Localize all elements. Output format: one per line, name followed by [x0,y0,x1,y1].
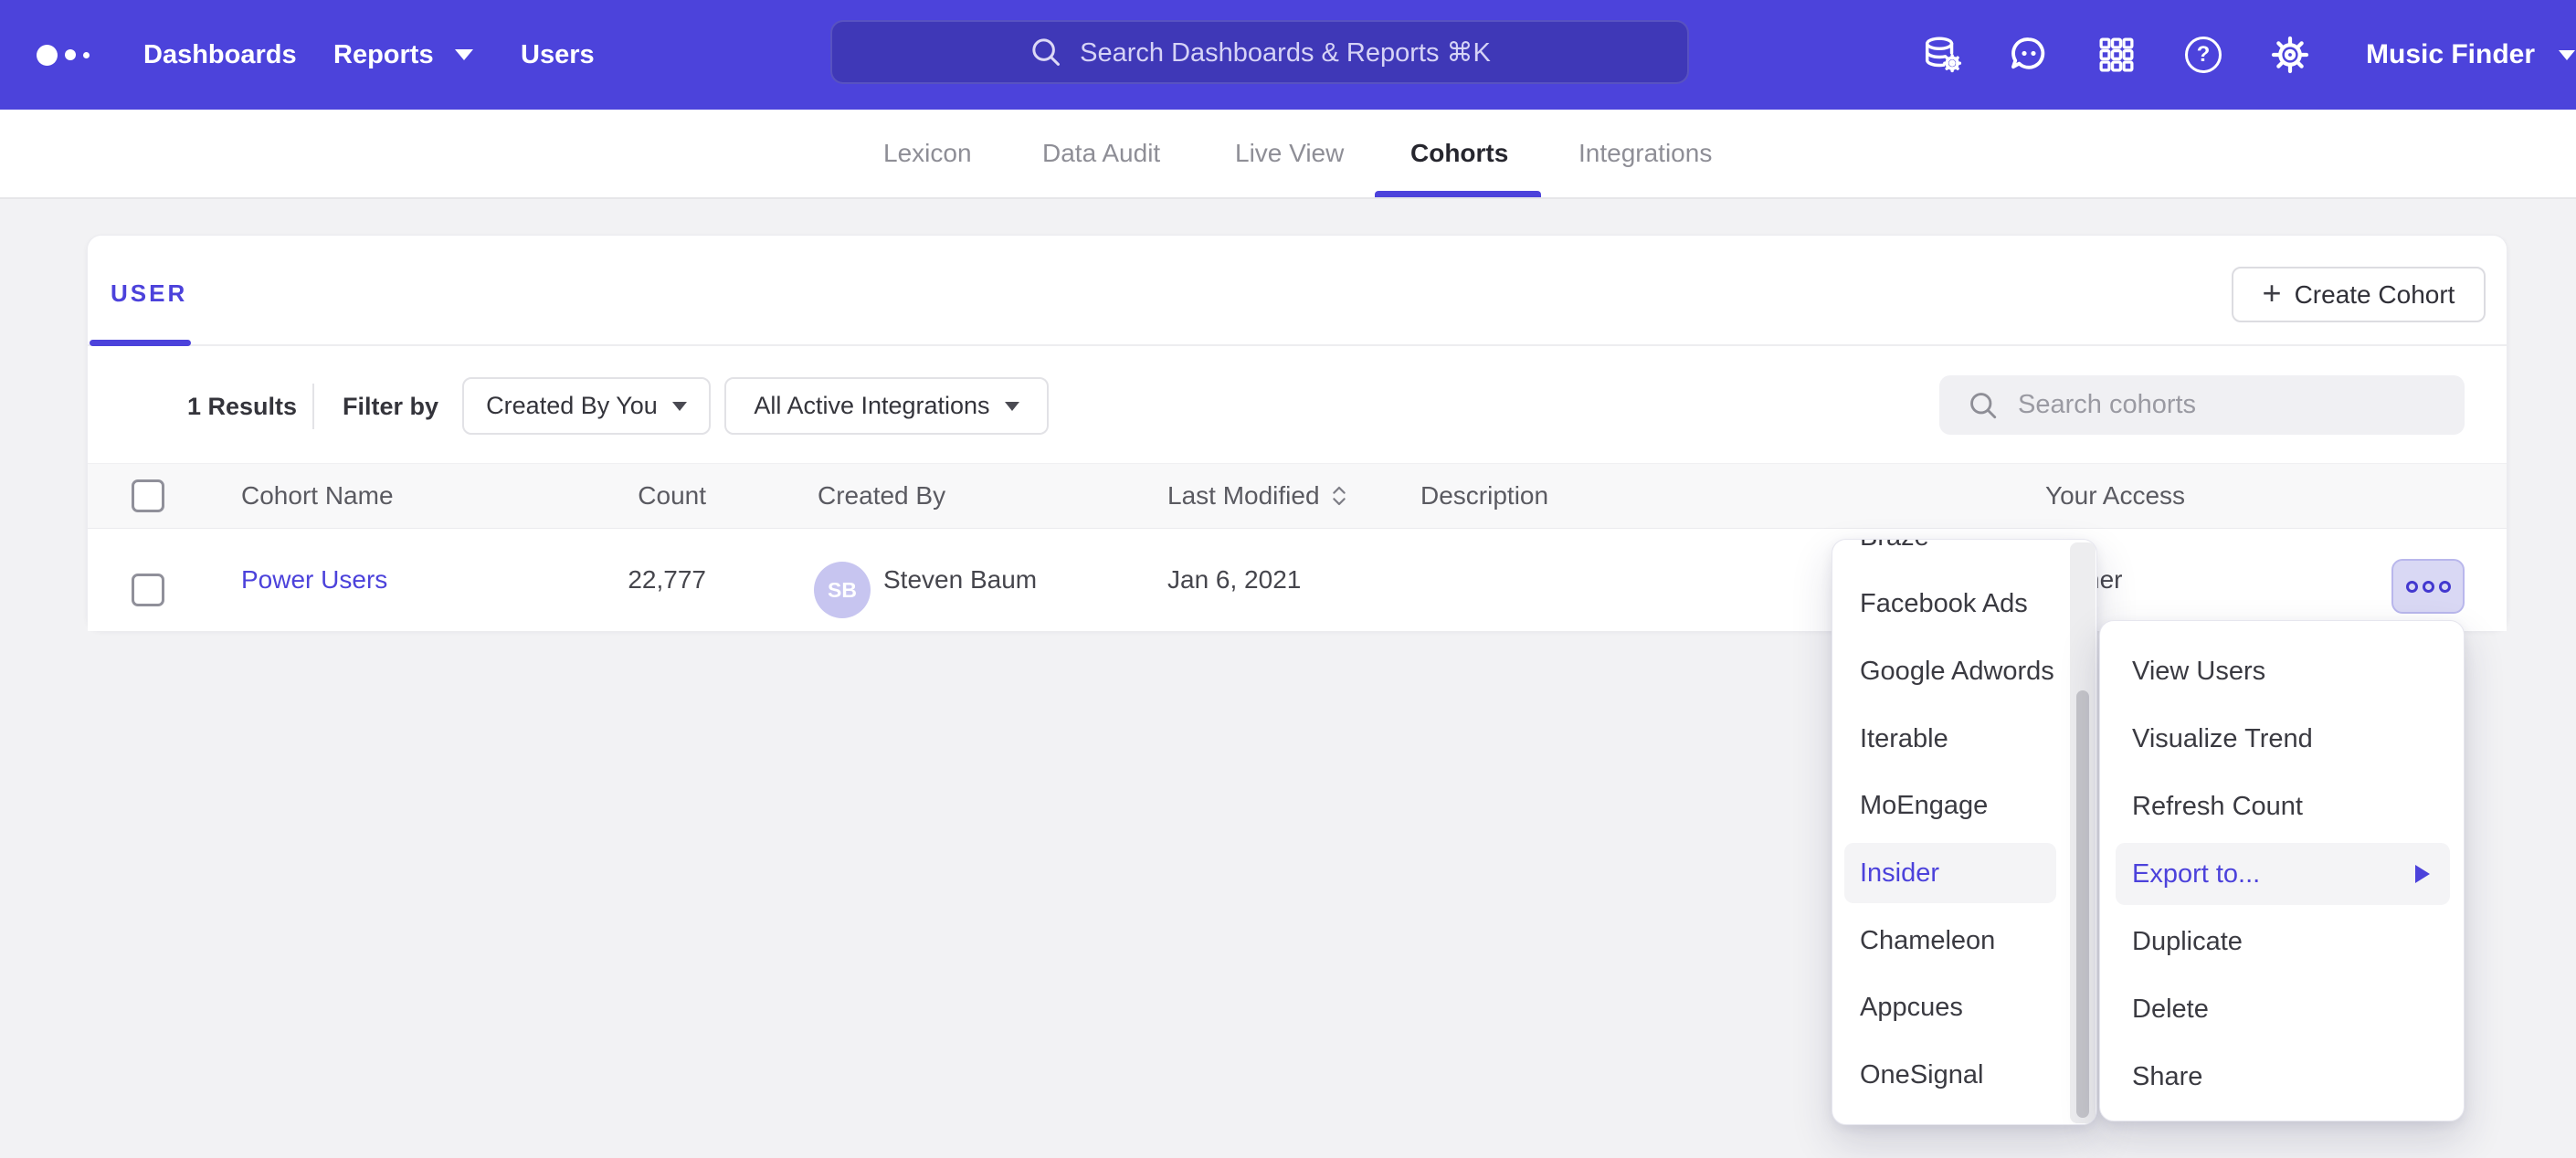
tab-lexicon[interactable]: Lexicon [883,110,972,197]
column-header-last-modified[interactable]: Last Modified [1167,464,1347,528]
nav-users[interactable]: Users [521,0,595,110]
menu-item-refresh-count[interactable]: Refresh Count [2100,775,2464,837]
settings-gear-icon[interactable] [2269,34,2311,76]
menu-item-google-adwords[interactable]: Google Adwords [1832,641,2096,701]
support-chat-icon[interactable] [2008,34,2050,76]
scrollbar-thumb[interactable] [2076,690,2089,1118]
logo-dot [37,45,58,66]
export-to-label: Export to... [2132,859,2260,890]
cohort-search-input[interactable] [2016,389,2455,421]
nav-reports-label: Reports [333,40,434,70]
project-name: Music Finder [2366,39,2535,70]
row-checkbox[interactable] [132,574,164,606]
menu-item-iterable[interactable]: Iterable [1832,709,2096,769]
menu-item-appcues[interactable]: Appcues [1832,977,2096,1037]
cohort-count: 22,777 [563,529,706,631]
tab-integrations[interactable]: Integrations [1578,110,1712,197]
submenu-arrow-icon [2415,865,2430,883]
created-by-filter-label: Created By You [486,392,658,420]
select-all-checkbox[interactable] [132,479,164,512]
apps-grid-icon[interactable] [2096,34,2138,76]
menu-item-moengage[interactable]: MoEngage [1832,775,2096,836]
chevron-down-icon [1005,402,1019,411]
table-row: Power Users 22,777 Steven Baum Jan 6, 20… [88,529,2507,631]
circle-dot-icon [2406,581,2418,593]
column-header-created-by[interactable]: Created By [818,464,945,528]
cohort-search [1939,375,2465,435]
last-modified-label: Last Modified [1167,481,1320,511]
logo-dot [65,49,76,60]
data-management-icon[interactable] [1921,34,1963,76]
last-modified-date: Jan 6, 2021 [1167,529,1301,631]
active-tab-underline [1375,191,1541,197]
menu-item-visualize-trend[interactable]: Visualize Trend [2100,708,2464,770]
created-by-filter[interactable]: Created By You [462,377,711,435]
help-glyph: ? [2197,42,2211,68]
logo-dot [83,52,90,58]
menu-item-share[interactable]: Share [2100,1046,2464,1108]
nav-reports[interactable]: Reports [333,0,473,110]
tab-live-view[interactable]: Live View [1235,110,1344,197]
tab-data-audit[interactable]: Data Audit [1042,110,1160,197]
results-count: 1 Results [187,391,297,422]
divider [88,344,2507,346]
avatar: SB [814,562,871,618]
menu-item-delete[interactable]: Delete [2100,978,2464,1040]
cohort-actions-menu: View Users Visualize Trend Refresh Count… [2099,620,2465,1121]
app: Dashboards Reports Users Search Dashboar… [0,0,2576,1158]
menu-item-facebook-ads[interactable]: Facebook Ads [1832,574,2096,634]
section-tabbar: Lexicon Data Audit Live View Cohorts Int… [0,110,2576,199]
chevron-down-icon [2559,50,2575,60]
top-navbar: Dashboards Reports Users Search Dashboar… [0,0,2576,110]
export-destination-menu: Braze Facebook Ads Google Adwords Iterab… [1832,539,2097,1125]
menu-item-export-to[interactable]: Export to... [2116,843,2450,905]
filter-by-label: Filter by [343,391,438,422]
project-switcher[interactable]: Music Finder [2366,0,2575,110]
tab-user-cohorts[interactable]: USER [111,279,187,308]
menu-item-braze[interactable]: Braze [1832,539,2096,567]
circle-dot-icon [2439,581,2451,593]
menu-item-duplicate[interactable]: Duplicate [2100,911,2464,973]
help-circle: ? [2185,37,2222,73]
menu-item-view-users[interactable]: View Users [2100,640,2464,702]
global-search-placeholder: Search Dashboards & Reports ⌘K [1080,37,1491,68]
plus-icon: + [2263,277,2282,310]
create-cohort-label: Create Cohort [2295,280,2455,310]
user-tab-underline [90,340,191,346]
menu-item-onesignal[interactable]: OneSignal [1832,1045,2096,1105]
mixpanel-logo-icon[interactable] [37,0,90,110]
menu-item-chameleon[interactable]: Chameleon [1832,911,2096,971]
row-more-actions-button[interactable] [2391,559,2465,614]
cohorts-panel: USER + Create Cohort 1 Results Filter by… [87,235,2507,630]
search-icon [1967,389,2000,422]
created-by-name: Steven Baum [883,529,1037,631]
sort-icon [1331,484,1347,508]
tab-cohorts[interactable]: Cohorts [1410,110,1508,197]
nav-dashboards[interactable]: Dashboards [143,0,297,110]
chevron-down-icon [672,402,687,411]
column-header-your-access: Your Access [2045,464,2185,528]
search-icon [1029,35,1063,69]
divider [312,384,314,429]
integrations-filter-label: All Active Integrations [754,392,989,420]
cohort-name-link[interactable]: Power Users [241,529,387,631]
column-header-cohort-name[interactable]: Cohort Name [241,464,394,528]
help-icon[interactable]: ? [2182,34,2224,76]
chevron-down-icon [455,49,473,60]
menu-item-insider[interactable]: Insider [1844,843,2056,903]
table-header-row: Cohort Name Count Created By Last Modifi… [88,463,2507,529]
circle-dot-icon [2423,581,2434,593]
column-header-description: Description [1420,464,1548,528]
integrations-filter[interactable]: All Active Integrations [724,377,1049,435]
global-search-input[interactable]: Search Dashboards & Reports ⌘K [830,20,1689,84]
create-cohort-button[interactable]: + Create Cohort [2232,267,2486,322]
column-header-count[interactable]: Count [563,464,706,528]
